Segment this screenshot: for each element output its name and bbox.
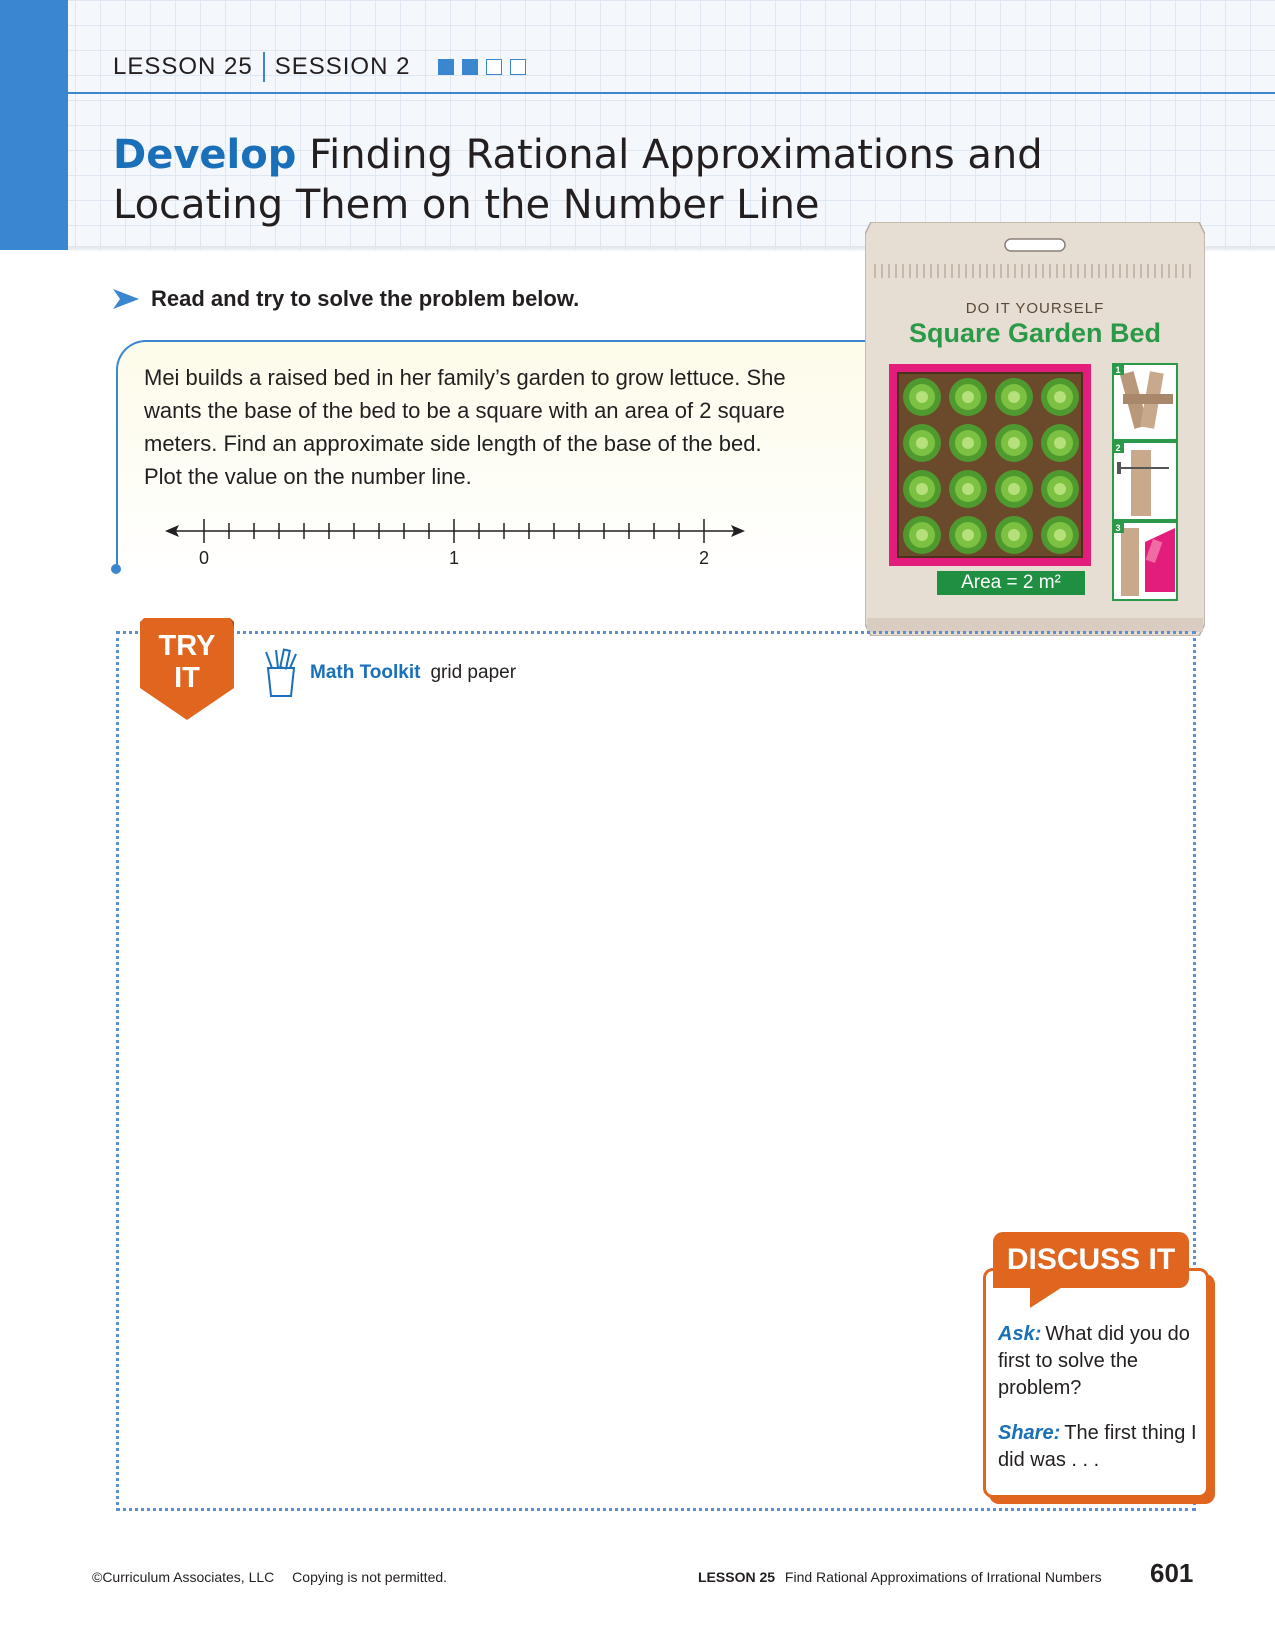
page-number: 601 bbox=[1150, 1558, 1194, 1588]
ask-label: Ask: bbox=[998, 1323, 1042, 1345]
lettuce-icon bbox=[995, 470, 1033, 508]
step-number-3: 3 bbox=[1116, 523, 1121, 533]
number-line-label-0: 0 bbox=[199, 548, 209, 568]
step-panel-2 bbox=[1112, 441, 1178, 521]
seed-package-illustration: 1 2 3 DO IT YOURSELF Square Garden Bed A… bbox=[864, 221, 1206, 637]
step-panel-1 bbox=[1112, 363, 1178, 441]
footer-left: ©Curriculum Associates, LLC Copying is n… bbox=[92, 1569, 447, 1585]
lettuce-icon bbox=[1041, 470, 1079, 508]
try-it-line-2: IT bbox=[174, 662, 200, 694]
number-line-label-2: 2 bbox=[699, 548, 709, 568]
hang-hole bbox=[1004, 238, 1066, 252]
package-title: Square Garden Bed bbox=[908, 318, 1162, 348]
pencil-cup-icon bbox=[265, 648, 297, 697]
header-rule bbox=[68, 92, 1275, 94]
progress-square-4 bbox=[510, 59, 527, 75]
step-number-2: 2 bbox=[1116, 443, 1121, 453]
instruction: Read and try to solve the problem below. bbox=[113, 286, 579, 312]
step-panel-3 bbox=[1112, 521, 1178, 601]
lettuce-icon bbox=[1041, 516, 1079, 554]
lettuce-icon bbox=[949, 378, 987, 416]
lettuce-icon bbox=[903, 424, 941, 462]
footer-copyright: ©Curriculum Associates, LLC bbox=[92, 1569, 275, 1585]
number-line-ticks bbox=[203, 519, 705, 543]
progress-square-2 bbox=[462, 59, 479, 75]
lesson-label: LESSON 25 bbox=[113, 53, 253, 80]
footer-right: LESSON 25 Find Rational Approximations o… bbox=[698, 1569, 1102, 1585]
title-develop: Develop bbox=[113, 132, 297, 178]
package-area-label: Area = 2 m² bbox=[937, 571, 1085, 595]
try-it-label: TRY IT bbox=[140, 630, 234, 694]
instruction-text: Read and try to solve the problem below. bbox=[151, 286, 580, 311]
arrow-right-icon bbox=[113, 289, 139, 309]
step-number-1: 1 bbox=[1116, 365, 1121, 375]
lesson-session-bar: LESSON 25 SESSION 2 bbox=[113, 50, 527, 84]
discuss-share: Share: The first thing I did was . . . bbox=[998, 1420, 1208, 1474]
lettuce-icon bbox=[949, 470, 987, 508]
lettuce-icon bbox=[1041, 378, 1079, 416]
lettuce-icon bbox=[949, 516, 987, 554]
discuss-it-tab-tail bbox=[1030, 1286, 1064, 1308]
session-progress-squares bbox=[430, 59, 527, 75]
footer-lesson-title: Find Rational Approximations of Irration… bbox=[784, 1569, 1102, 1585]
problem-text: Mei builds a raised bed in her family’s … bbox=[144, 365, 786, 489]
lettuce-icon bbox=[903, 470, 941, 508]
lettuce-icon bbox=[903, 378, 941, 416]
footer-notice: Copying is not permitted. bbox=[292, 1569, 448, 1585]
share-label: Share: bbox=[998, 1422, 1061, 1444]
lettuce-icon bbox=[995, 516, 1033, 554]
lettuce-icon bbox=[949, 424, 987, 462]
header-side-tab bbox=[0, 0, 68, 250]
math-toolkit-label: Math Toolkit bbox=[310, 662, 421, 683]
discuss-it-title: DISCUSS IT bbox=[1006, 1243, 1176, 1276]
lettuce-icon bbox=[995, 424, 1033, 462]
lettuce-icon bbox=[903, 516, 941, 554]
package-top-label: DO IT YOURSELF bbox=[965, 300, 1105, 317]
number-line[interactable]: 0 1 2 bbox=[165, 513, 745, 573]
page-title: Develop Finding Rational Approximations … bbox=[113, 130, 1173, 230]
lettuce-icon bbox=[1041, 424, 1079, 462]
footer-lesson: LESSON 25 bbox=[698, 1569, 776, 1585]
math-toolkit-item: grid paper bbox=[430, 662, 517, 683]
math-toolkit: Math Toolkit grid paper bbox=[262, 648, 516, 698]
session-label: SESSION 2 bbox=[274, 53, 411, 80]
try-it-line-1: TRY bbox=[158, 630, 216, 662]
lettuce-icon bbox=[995, 378, 1033, 416]
progress-square-3 bbox=[486, 59, 503, 75]
number-line-label-1: 1 bbox=[449, 548, 459, 568]
discuss-ask: Ask: What did you do first to solve the p… bbox=[998, 1321, 1208, 1402]
progress-square-1 bbox=[438, 59, 455, 75]
problem-box-dot bbox=[111, 564, 121, 574]
lesson-divider bbox=[262, 52, 265, 82]
